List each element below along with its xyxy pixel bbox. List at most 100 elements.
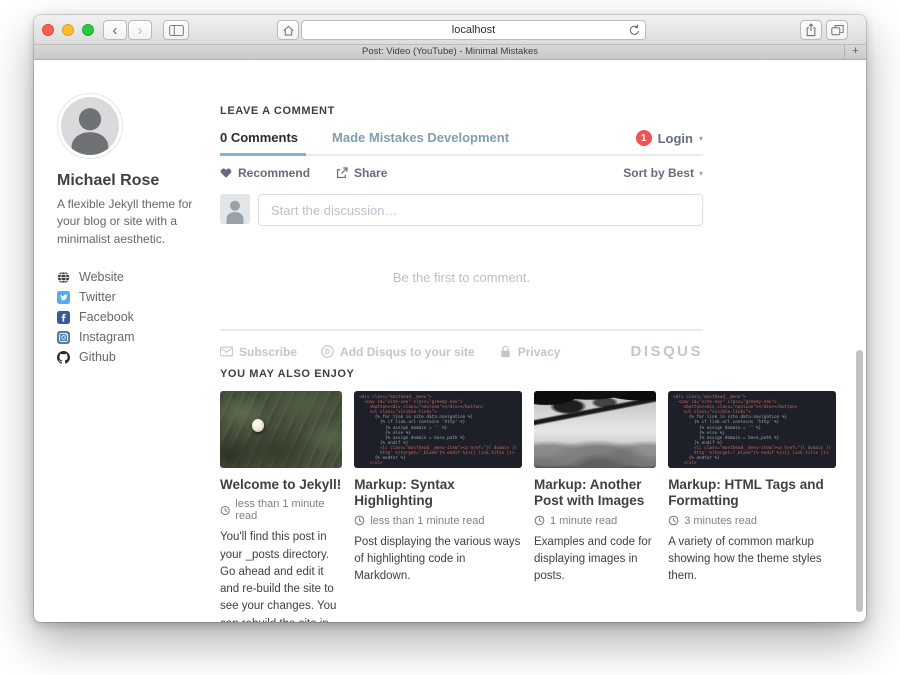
scrollbar-thumb[interactable] xyxy=(856,350,863,612)
subscribe-button[interactable]: Subscribe xyxy=(220,345,297,359)
recommend-button[interactable]: Recommend xyxy=(220,166,310,180)
login-menu[interactable]: 1 Login ▾ xyxy=(636,130,703,146)
browser-window: ‹ › localhost Post: Video (YouTube) - Mi… xyxy=(34,15,866,622)
sidebar-link-label: Github xyxy=(79,350,116,364)
notification-badge: 1 xyxy=(636,130,652,146)
related-post-card: <div class="masthead__menu"> <nav id="si… xyxy=(668,391,836,622)
minimize-window-button[interactable] xyxy=(62,24,74,36)
privacy-button[interactable]: Privacy xyxy=(499,345,561,359)
clock-icon xyxy=(220,505,230,516)
sort-label: Sort by Best xyxy=(623,166,694,180)
author-sidebar: Michael Rose A flexible Jekyll theme for… xyxy=(57,93,209,367)
traffic-lights xyxy=(42,24,94,36)
disqus-header: 0 Comments Made Mistakes Development 1 L… xyxy=(220,130,703,156)
author-avatar xyxy=(57,93,123,159)
svg-text:D: D xyxy=(325,349,330,356)
address-bar-url: localhost xyxy=(452,24,495,36)
related-post-title[interactable]: Welcome to Jekyll! xyxy=(220,477,342,493)
home-button[interactable] xyxy=(277,20,299,40)
share-thread-button[interactable]: Share xyxy=(336,166,387,180)
sidebar-link-website[interactable]: Website xyxy=(57,267,209,287)
refresh-icon[interactable] xyxy=(628,24,641,37)
share-page-button[interactable] xyxy=(800,20,822,40)
related-posts-section: YOU MAY ALSO ENJOY Welcome to Jekyll! le… xyxy=(220,368,836,622)
sidebar-link-twitter[interactable]: Twitter xyxy=(57,287,209,307)
related-post-meta: less than 1 minute read xyxy=(354,515,522,527)
home-icon xyxy=(282,24,295,37)
envelope-icon xyxy=(220,345,233,358)
comments-section-title: LEAVE A COMMENT xyxy=(220,105,703,117)
new-tab-button[interactable]: + xyxy=(844,45,866,59)
related-post-thumbnail[interactable] xyxy=(534,391,656,468)
sidebar-toggle-button[interactable] xyxy=(163,20,189,40)
comment-input[interactable] xyxy=(258,194,703,226)
code-screenshot: <div class="masthead__menu"> <nav id="si… xyxy=(354,391,522,468)
back-button[interactable]: ‹ xyxy=(103,20,127,40)
comment-form xyxy=(220,194,703,226)
browser-toolbar: ‹ › localhost xyxy=(34,15,866,45)
related-post-thumbnail[interactable]: <div class="masthead__menu"> <nav id="si… xyxy=(354,391,522,468)
active-tab[interactable]: Post: Video (YouTube) - Minimal Mistakes xyxy=(34,45,866,59)
related-post-meta: 1 minute read xyxy=(534,515,656,527)
sidebar-link-label: Website xyxy=(79,270,124,284)
subscribe-label: Subscribe xyxy=(239,345,297,359)
sidebar-link-github[interactable]: Github xyxy=(57,347,209,367)
related-post-excerpt: A variety of common markup showing how t… xyxy=(668,534,836,586)
tab-overview-button[interactable] xyxy=(826,20,848,40)
related-post-excerpt: You'll find this post in your _posts dir… xyxy=(220,529,342,622)
chevron-down-icon: ▾ xyxy=(699,169,703,178)
instagram-icon xyxy=(57,331,70,344)
community-link[interactable]: Made Mistakes Development xyxy=(332,130,509,145)
clock-icon xyxy=(354,515,365,526)
comments-section: LEAVE A COMMENT 0 Comments Made Mistakes… xyxy=(220,105,703,360)
share-icon xyxy=(805,23,817,37)
privacy-label: Privacy xyxy=(518,345,561,359)
related-post-excerpt: Post displaying the various ways of high… xyxy=(354,534,522,586)
forward-button[interactable]: › xyxy=(128,20,152,40)
page-content: Michael Rose A flexible Jekyll theme for… xyxy=(34,61,866,622)
clock-icon xyxy=(668,515,679,526)
read-time-label: less than 1 minute read xyxy=(235,498,342,522)
login-label: Login xyxy=(658,131,693,146)
author-name: Michael Rose xyxy=(57,172,209,190)
sidebar-icon xyxy=(169,25,184,36)
sidebar-link-facebook[interactable]: Facebook xyxy=(57,307,209,327)
avatar-silhouette-icon xyxy=(61,97,119,155)
related-post-meta: less than 1 minute read xyxy=(220,498,342,522)
read-time-label: less than 1 minute read xyxy=(370,515,484,527)
code-screenshot: <div class="masthead__menu"> <nav id="si… xyxy=(668,391,836,468)
related-post-title[interactable]: Markup: Another Post with Images xyxy=(534,477,656,510)
related-section-title: YOU MAY ALSO ENJOY xyxy=(220,368,836,380)
sidebar-link-label: Facebook xyxy=(79,310,134,324)
related-post-meta: 3 minutes read xyxy=(668,515,836,527)
share-label: Share xyxy=(354,166,387,180)
add-disqus-button[interactable]: D Add Disqus to your site xyxy=(321,345,475,359)
related-post-thumbnail[interactable]: <div class="masthead__menu"> <nav id="si… xyxy=(668,391,836,468)
lock-icon xyxy=(499,345,512,358)
github-icon xyxy=(57,351,70,364)
related-posts-row: Welcome to Jekyll! less than 1 minute re… xyxy=(220,391,836,622)
related-post-excerpt: Examples and code for displaying images … xyxy=(534,534,656,586)
heart-icon xyxy=(220,167,232,179)
globe-icon xyxy=(57,271,70,284)
related-post-title[interactable]: Markup: Syntax Highlighting xyxy=(354,477,522,510)
sort-menu[interactable]: Sort by Best ▾ xyxy=(623,166,703,180)
author-bio: A flexible Jekyll theme for your blog or… xyxy=(57,196,209,248)
disqus-footer: Subscribe D Add Disqus to your site Priv… xyxy=(220,329,703,360)
sidebar-link-instagram[interactable]: Instagram xyxy=(57,327,209,347)
related-post-thumbnail[interactable] xyxy=(220,391,342,468)
related-post-card: Welcome to Jekyll! less than 1 minute re… xyxy=(220,391,342,622)
share-arrow-icon xyxy=(336,167,348,179)
twitter-icon xyxy=(57,291,70,304)
address-bar[interactable]: localhost xyxy=(301,20,646,40)
recommend-label: Recommend xyxy=(238,166,310,180)
related-post-card: <div class="masthead__menu"> <nav id="si… xyxy=(354,391,522,622)
comment-count-tab[interactable]: 0 Comments xyxy=(220,130,306,156)
close-window-button[interactable] xyxy=(42,24,54,36)
related-post-title[interactable]: Markup: HTML Tags and Formatting xyxy=(668,477,836,510)
disqus-actions-row: Recommend Share Sort by Best ▾ xyxy=(220,156,703,192)
tabs-icon xyxy=(831,24,844,36)
commenter-avatar-icon xyxy=(220,194,250,224)
tab-bar: Post: Video (YouTube) - Minimal Mistakes… xyxy=(34,45,866,60)
zoom-window-button[interactable] xyxy=(82,24,94,36)
